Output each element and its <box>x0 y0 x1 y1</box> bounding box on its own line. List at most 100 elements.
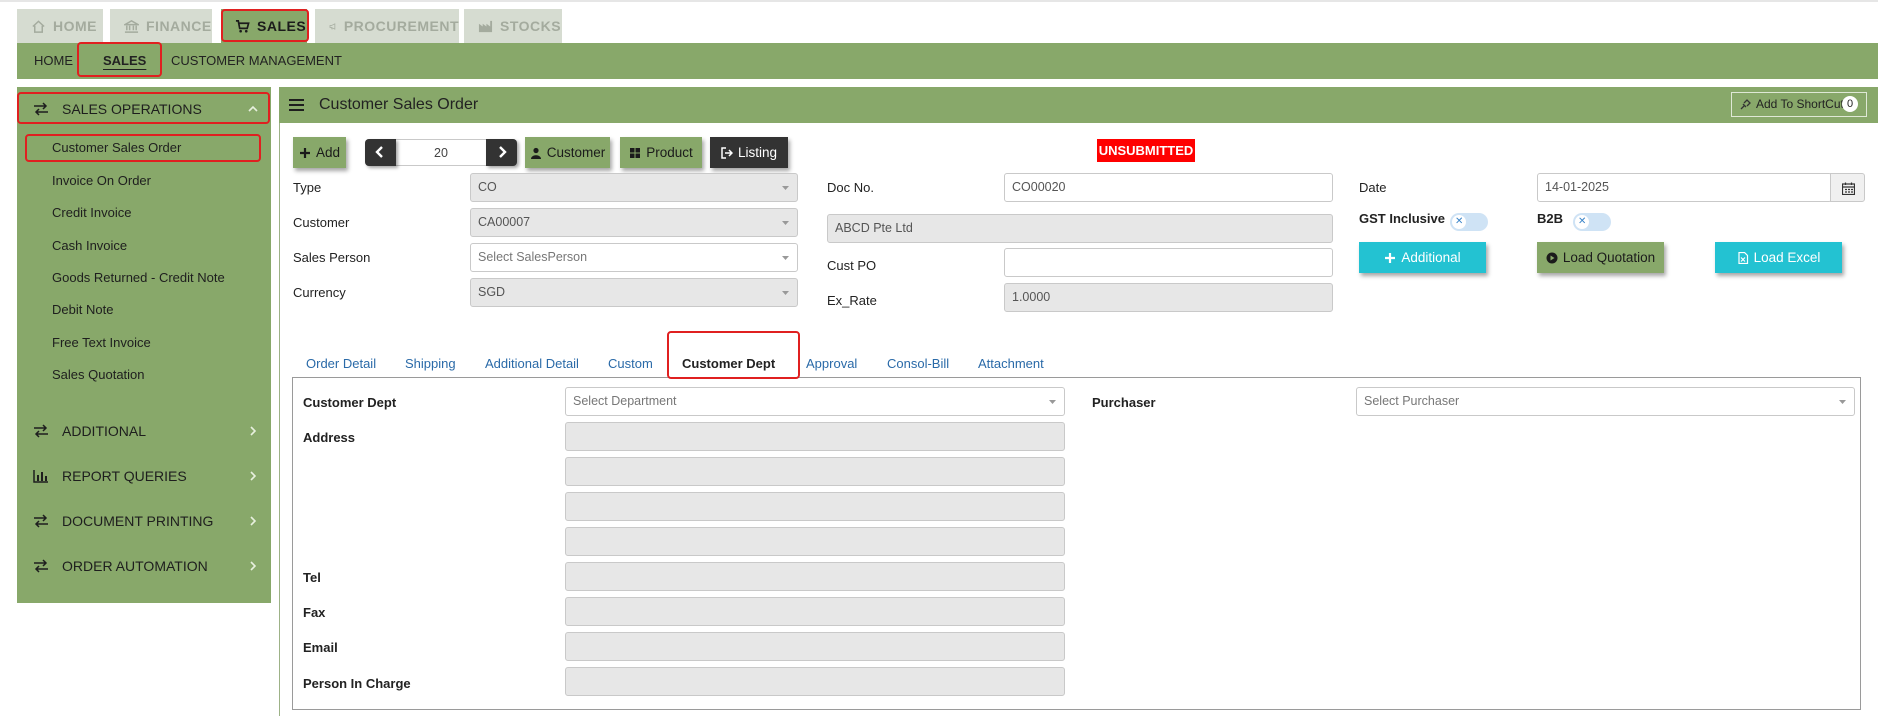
add-to-shortcut-button[interactable]: Add To ShortCut 0 <box>1731 92 1867 117</box>
sidebar-section-report-queries[interactable]: REPORT QUERIES <box>17 459 271 493</box>
caret-down-icon <box>782 186 789 190</box>
sidebar-section-document-printing[interactable]: DOCUMENT PRINTING <box>17 504 271 538</box>
hamburger-menu-icon[interactable] <box>289 99 304 111</box>
bar-chart-icon <box>33 470 48 483</box>
tab-custom[interactable]: Custom <box>608 356 653 371</box>
bank-icon <box>124 19 139 33</box>
tab-approval[interactable]: Approval <box>806 356 857 371</box>
customer-select[interactable]: CA00007 <box>470 208 798 237</box>
swap-arrows-icon <box>34 514 48 528</box>
sidebar-item-customer-sales-order[interactable]: Customer Sales Order <box>52 140 181 155</box>
swap-arrows-icon <box>34 102 48 116</box>
chevron-right-icon <box>250 471 257 481</box>
chevron-right-icon <box>250 426 257 436</box>
address-line-2 <box>565 457 1065 486</box>
tab-consol-bill[interactable]: Consol-Bill <box>887 356 949 371</box>
swap-arrows-icon <box>34 424 48 438</box>
email-label: Email <box>303 640 338 655</box>
customer-button[interactable]: Customer <box>525 137 610 168</box>
customer-dept-label: Customer Dept <box>303 395 397 410</box>
subnav-customer-management[interactable]: CUSTOMER MANAGEMENT <box>171 53 342 68</box>
tab-attachment[interactable]: Attachment <box>978 356 1044 371</box>
b2b-toggle[interactable]: ✕ <box>1573 213 1611 231</box>
sidebar-section-label: REPORT QUERIES <box>62 468 187 484</box>
type-label: Type <box>293 180 322 195</box>
customer-label: Customer <box>293 215 350 230</box>
caret-down-icon <box>782 256 789 260</box>
customer-name-field: ABCD Pte Ltd <box>827 214 1333 243</box>
doc-no-input[interactable]: CO00020 <box>1004 173 1333 202</box>
date-input[interactable]: 14-01-2025 <box>1537 173 1832 202</box>
tab-additional-detail[interactable]: Additional Detail <box>485 356 579 371</box>
sidebar-item-credit-invoice[interactable]: Credit Invoice <box>52 205 131 220</box>
sidebar-section-label: DOCUMENT PRINTING <box>62 513 214 529</box>
sidebar-item-cash-invoice[interactable]: Cash Invoice <box>52 238 127 253</box>
date-label: Date <box>1359 180 1387 195</box>
doc-no-label: Doc No. <box>827 180 874 195</box>
previous-record-button[interactable] <box>365 139 396 166</box>
person-in-charge-field <box>565 667 1065 696</box>
sidebar-section-sales-operations[interactable]: SALES OPERATIONS <box>17 92 271 126</box>
date-picker-button[interactable] <box>1830 173 1865 202</box>
ex-rate-field: 1.0000 <box>1004 283 1333 312</box>
tab-shipping[interactable]: Shipping <box>405 356 456 371</box>
type-select[interactable]: CO <box>470 173 798 202</box>
product-button[interactable]: Product <box>620 137 702 168</box>
gst-inclusive-toggle[interactable]: ✕ <box>1450 213 1488 231</box>
sidebar-item-free-text-invoice[interactable]: Free Text Invoice <box>52 335 151 350</box>
shortcut-count-badge: 0 <box>1842 96 1858 112</box>
chevron-up-icon <box>248 105 258 112</box>
caret-down-icon <box>1049 400 1056 404</box>
purchaser-select[interactable]: Select Purchaser <box>1356 387 1855 416</box>
sidebar-item-debit-note[interactable]: Debit Note <box>52 302 113 317</box>
module-tab-procurement[interactable]: PROCUREMENT <box>315 9 459 43</box>
address-line-4 <box>565 527 1065 556</box>
ex-rate-label: Ex_Rate <box>827 293 877 308</box>
address-line-3 <box>565 492 1065 521</box>
currency-select[interactable]: SGD <box>470 278 798 307</box>
load-quotation-button[interactable]: Load Quotation <box>1537 242 1664 273</box>
file-excel-icon <box>1737 251 1748 264</box>
load-excel-button[interactable]: Load Excel <box>1715 242 1842 273</box>
shortcut-label: Add To ShortCut <box>1756 97 1844 111</box>
add-button[interactable]: Add <box>293 137 346 168</box>
chevron-right-icon <box>250 516 257 526</box>
x-icon: ✕ <box>1455 216 1464 227</box>
gst-inclusive-label: GST Inclusive <box>1359 211 1445 226</box>
sidebar-section-label: ADDITIONAL <box>62 423 147 439</box>
subnav-home[interactable]: HOME <box>34 53 73 68</box>
calendar-icon <box>1842 182 1855 195</box>
sidebar-item-goods-returned[interactable]: Goods Returned - Credit Note <box>52 270 225 285</box>
sidebar-item-sales-quotation[interactable]: Sales Quotation <box>52 367 145 382</box>
sidebar-section-label: SALES OPERATIONS <box>62 101 202 117</box>
module-tab-sales[interactable]: SALES <box>221 9 307 43</box>
next-record-button[interactable] <box>486 139 517 166</box>
cust-po-input[interactable] <box>1004 248 1333 277</box>
sales-person-select[interactable]: Select SalesPerson <box>470 243 798 272</box>
sidebar-section-order-automation[interactable]: ORDER AUTOMATION <box>17 549 271 583</box>
factory-icon <box>478 20 493 32</box>
module-tab-label: SALES <box>257 18 307 34</box>
module-tab-stocks[interactable]: STOCKS <box>464 9 562 43</box>
cubes-icon <box>630 147 641 158</box>
address-line-1 <box>565 422 1065 451</box>
module-tab-label: PROCUREMENT <box>343 18 459 34</box>
sidebar-section-additional[interactable]: ADDITIONAL <box>17 414 271 448</box>
fax-label: Fax <box>303 605 326 620</box>
email-field <box>565 632 1065 661</box>
person-in-charge-label: Person In Charge <box>303 676 411 691</box>
customer-dept-select[interactable]: Select Department <box>565 387 1065 416</box>
sidebar-item-invoice-on-order[interactable]: Invoice On Order <box>52 173 151 188</box>
tab-order-detail[interactable]: Order Detail <box>306 356 376 371</box>
listing-button[interactable]: Listing <box>710 137 788 168</box>
subnav-sales[interactable]: SALES <box>103 53 146 68</box>
cust-po-label: Cust PO <box>827 258 877 273</box>
module-tab-finance[interactable]: FINANCE <box>110 9 212 43</box>
chevron-left-icon <box>375 146 383 158</box>
additional-button[interactable]: Additional <box>1359 242 1486 273</box>
play-circle-icon <box>1546 252 1558 263</box>
module-tab-home[interactable]: HOME <box>17 9 103 43</box>
record-number[interactable]: 20 <box>396 146 486 160</box>
address-label: Address <box>303 430 356 445</box>
tab-customer-dept[interactable]: Customer Dept <box>682 356 775 371</box>
